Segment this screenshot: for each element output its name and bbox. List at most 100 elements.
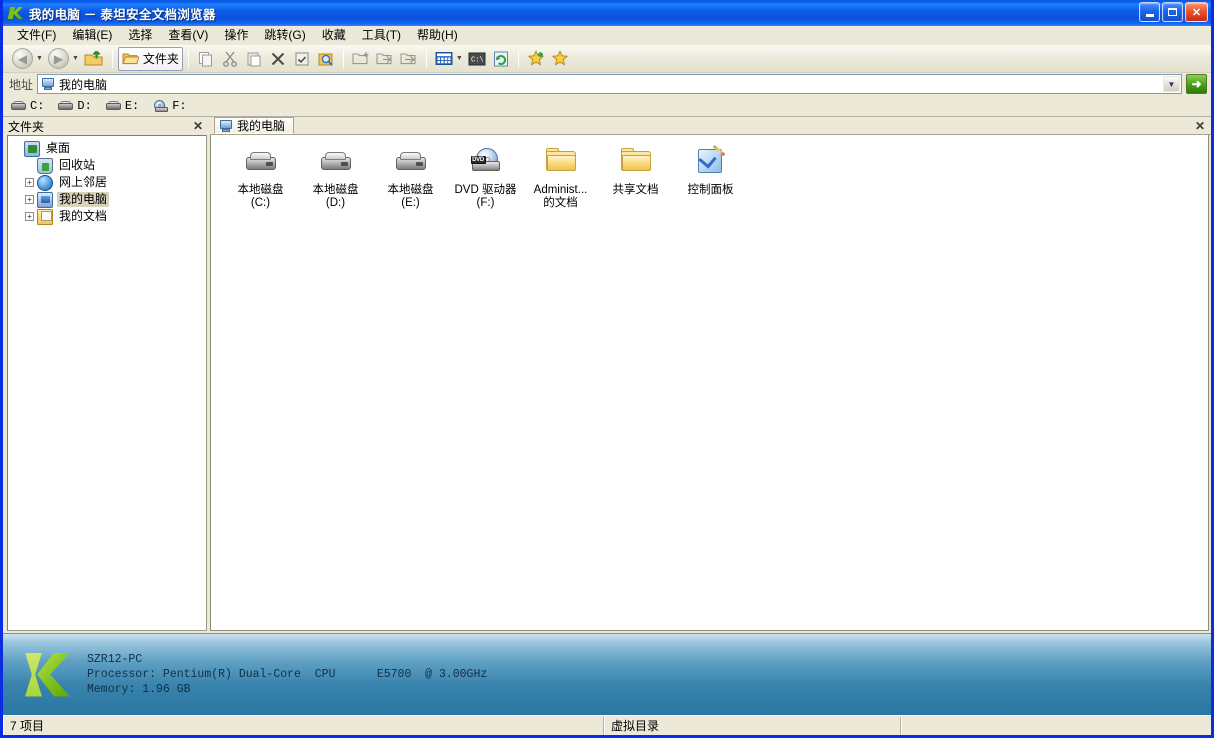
expand-toggle-icon[interactable]: + <box>25 178 34 187</box>
folder-tree[interactable]: 桌面 回收站 + 网上邻居 + 我的电脑 + 我的文档 <box>7 135 207 631</box>
cut-icon <box>223 51 237 67</box>
add-favorite-button[interactable] <box>524 47 548 71</box>
tree-item-my-computer[interactable]: + 我的电脑 <box>25 191 206 208</box>
my-computer-icon <box>37 191 53 208</box>
add-favorite-star-icon <box>527 50 545 66</box>
cut-button[interactable] <box>218 47 242 71</box>
menu-item-view[interactable]: 查看(V) <box>160 27 216 44</box>
file-item-label: 本地磁盘 (D:) <box>312 184 359 209</box>
desktop-icon <box>24 140 40 157</box>
command-prompt-icon: C:\ <box>468 52 486 65</box>
go-button[interactable]: ➜ <box>1186 74 1207 94</box>
delete-button[interactable] <box>266 47 290 71</box>
menu-item-help[interactable]: 帮助(H) <box>409 27 466 44</box>
menu-item-goto[interactable]: 跳转(G) <box>256 27 313 44</box>
forward-button[interactable]: ▶ <box>45 47 72 71</box>
status-bar: 7 项目 虚拟目录 <box>3 715 1211 735</box>
toolbar-separator <box>111 49 113 68</box>
file-item-dvd-drive-f[interactable]: DVD DVD 驱动器 (F:) <box>448 145 523 214</box>
file-list-view[interactable]: 本地磁盘 (C:) 本地磁盘 (D:) 本地磁盘 (E:) DVD DVD 驱动… <box>210 135 1209 631</box>
close-icon[interactable]: ✕ <box>193 119 203 133</box>
folders-pane-header: 文件夹 ✕ <box>3 117 209 135</box>
menu-item-tools[interactable]: 工具(T) <box>354 27 409 44</box>
menu-item-file[interactable]: 文件(F) <box>9 27 64 44</box>
search-button[interactable] <box>314 47 338 71</box>
command-prompt-button[interactable]: C:\ <box>465 47 489 71</box>
paste-button[interactable] <box>242 47 266 71</box>
copy-to-folder-icon <box>400 53 416 65</box>
forward-dropdown-chevron-icon[interactable]: ▼ <box>72 55 79 62</box>
tree-item-label: 我的电脑 <box>57 192 110 207</box>
application-window: 我的电脑 － 泰坦安全文档浏览器 ✕ 文件(F) 编辑(E) 选择 查看(V) … <box>0 0 1214 738</box>
minimize-button[interactable] <box>1139 2 1160 22</box>
hard-disk-icon <box>58 100 74 112</box>
tree-item-my-documents[interactable]: + 我的文档 <box>25 208 206 225</box>
drive-shortcut-c[interactable]: C: <box>11 99 44 113</box>
close-tab-icon[interactable]: ✕ <box>1195 119 1205 133</box>
tree-item-network-places[interactable]: + 网上邻居 <box>25 174 206 191</box>
my-computer-icon <box>219 119 233 133</box>
delete-x-icon <box>271 52 285 65</box>
menu-item-favorites[interactable]: 收藏 <box>314 27 354 44</box>
dvd-badge-label: DVD <box>470 156 486 164</box>
tree-item-label: 桌面 <box>46 141 71 155</box>
tree-item-recycle-bin[interactable]: 回收站 <box>25 157 206 174</box>
folders-toggle-button[interactable]: 文件夹 <box>117 46 183 71</box>
views-icon <box>435 52 453 65</box>
file-item-local-disk-e[interactable]: 本地磁盘 (E:) <box>373 145 448 214</box>
file-item-control-panel[interactable]: 控制面板 <box>673 144 748 214</box>
close-button[interactable]: ✕ <box>1185 2 1208 22</box>
drive-shortcut-f[interactable]: F: <box>153 99 187 113</box>
address-input[interactable]: 我的电脑 <box>59 76 107 93</box>
address-label: 地址 <box>9 77 34 92</box>
drive-shortcut-bar: C: D: E: F: <box>3 96 1211 117</box>
expand-toggle-icon[interactable]: + <box>25 195 34 204</box>
views-dropdown-chevron-icon[interactable]: ▼ <box>456 55 463 62</box>
window-controls: ✕ <box>1139 2 1208 22</box>
file-item-local-disk-c[interactable]: 本地磁盘 (C:) <box>223 145 298 214</box>
expand-toggle-icon[interactable]: + <box>25 212 34 221</box>
menu-item-edit[interactable]: 编辑(E) <box>64 27 120 44</box>
menu-item-select[interactable]: 选择 <box>120 27 160 44</box>
toolbar-separator <box>425 49 427 68</box>
copy-to-folder-button[interactable] <box>397 47 421 71</box>
back-dropdown-chevron-icon[interactable]: ▼ <box>36 55 43 62</box>
new-folder-button[interactable] <box>349 47 373 71</box>
up-button[interactable] <box>81 47 107 71</box>
drive-shortcut-d[interactable]: D: <box>58 99 92 113</box>
file-item-label: 共享文档 <box>612 184 659 196</box>
move-to-folder-button[interactable] <box>373 47 397 71</box>
system-info-panel: SZR12-PC Processor: Pentium(R) Dual-Core… <box>3 633 1211 715</box>
new-folder-icon <box>352 52 369 65</box>
folders-pane-title: 文件夹 <box>8 119 45 134</box>
tab-strip: 我的电脑 ✕ <box>210 117 1211 135</box>
menu-item-action[interactable]: 操作 <box>216 27 256 44</box>
refresh-button[interactable] <box>489 47 513 71</box>
file-item-administrator-documents[interactable]: Administ... 的文档 <box>523 145 598 214</box>
open-folder-icon <box>122 53 139 65</box>
maximize-button[interactable] <box>1162 2 1183 22</box>
recycle-bin-icon <box>37 157 53 174</box>
favorites-button[interactable] <box>548 47 572 71</box>
copy-button[interactable] <box>194 47 218 71</box>
drive-shortcut-e[interactable]: E: <box>105 99 139 113</box>
properties-button[interactable] <box>290 47 314 71</box>
drive-label: D: <box>77 99 92 113</box>
title-bar: 我的电脑 － 泰坦安全文档浏览器 ✕ <box>3 0 1211 26</box>
views-button[interactable] <box>432 47 456 71</box>
file-item-local-disk-d[interactable]: 本地磁盘 (D:) <box>298 145 373 214</box>
up-folder-icon <box>84 50 103 65</box>
folder-icon <box>618 147 654 181</box>
tree-item-desktop[interactable]: 桌面 <box>12 140 206 157</box>
tree-item-label: 回收站 <box>59 158 96 172</box>
cd-drive-icon <box>153 99 169 113</box>
address-dropdown-chevron-icon[interactable]: ▼ <box>1163 76 1180 92</box>
address-combobox[interactable]: 我的电脑 ▼ <box>37 74 1182 94</box>
back-button[interactable]: ◀ <box>9 47 36 71</box>
tab-my-computer[interactable]: 我的电脑 <box>214 117 295 134</box>
network-places-icon <box>37 174 53 191</box>
file-item-shared-documents[interactable]: 共享文档 <box>598 145 673 214</box>
content-pane: 我的电脑 ✕ 本地磁盘 (C:) 本地磁盘 (D:) 本地磁盘 (E:) DVD… <box>210 117 1211 633</box>
tree-item-label: 我的文档 <box>59 209 108 223</box>
hard-disk-icon <box>393 147 429 181</box>
